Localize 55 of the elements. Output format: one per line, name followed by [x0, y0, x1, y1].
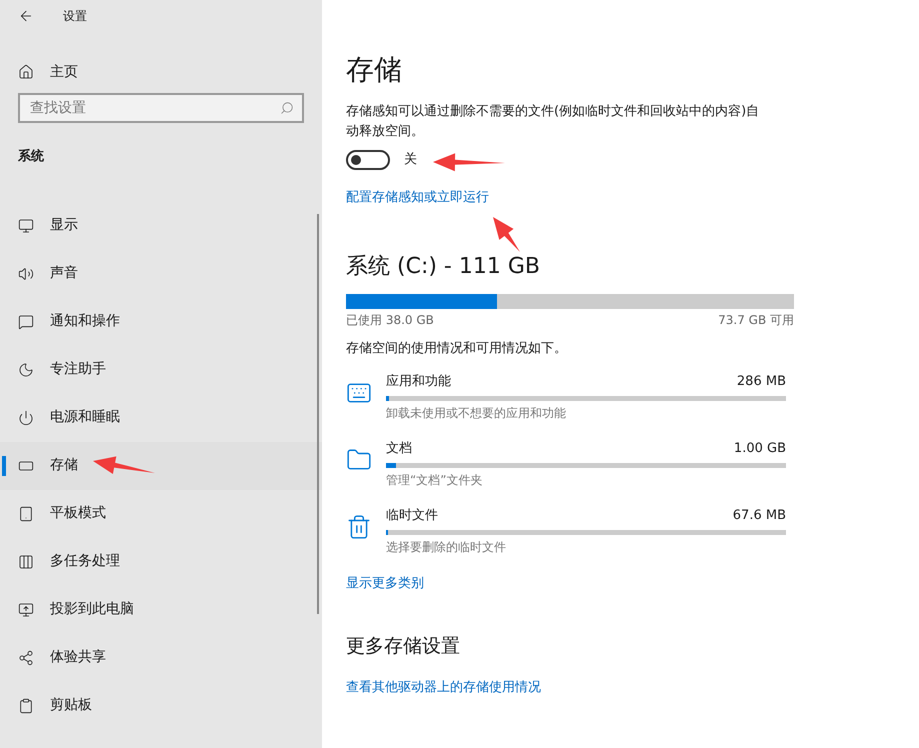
- category-hint: 选择要删除的临时文件: [386, 539, 507, 556]
- category-hint: 卸载未使用或不想要的应用和功能: [386, 405, 567, 422]
- nav-item[interactable]: 存储: [0, 442, 322, 490]
- monitor-icon: [18, 602, 34, 618]
- nav-item[interactable]: 专注助手: [0, 346, 322, 394]
- description-text: 存储感知可以通过删除不需要的文件(例如临时文件和回收站中的内容)自动释放空间。: [346, 103, 760, 141]
- power-icon: [18, 410, 34, 426]
- usage-note: 存储空间的使用情况和可用情况如下。: [346, 340, 568, 358]
- search-field[interactable]: 查找设置: [18, 93, 304, 123]
- nav-item[interactable]: 多任务处理: [0, 538, 322, 586]
- annotation-arrow: [93, 456, 155, 474]
- settings-link[interactable]: 查看其他驱动器上的存储使用情况: [346, 678, 541, 698]
- tablet-icon: [18, 506, 34, 522]
- nav-item[interactable]: 通知和操作: [0, 298, 322, 346]
- annotation-arrow: [493, 217, 520, 252]
- clipboard-icon: [18, 698, 34, 714]
- search-icon: [280, 101, 294, 115]
- category-hint: 管理“文档”文件夹: [386, 472, 484, 489]
- section-heading: 更多存储设置: [346, 634, 461, 658]
- share-icon: [18, 650, 34, 666]
- nav-item[interactable]: 体验共享: [0, 634, 322, 682]
- category-size: 1.00 GB: [734, 440, 786, 458]
- section-title: 系统: [18, 148, 45, 166]
- speaker-icon: [18, 266, 34, 282]
- home-link[interactable]: 主页: [18, 61, 322, 83]
- category-name: 应用和功能: [386, 373, 451, 392]
- category-name: 文档: [386, 440, 412, 458]
- moon-icon: [18, 362, 34, 378]
- nav-item[interactable]: 剪贴板: [0, 682, 322, 730]
- nav-item[interactable]: 平板模式: [0, 490, 322, 538]
- storage-category[interactable]: 应用和功能 286 MB 卸载未使用或不想要的应用和功能: [346, 372, 786, 422]
- nav-item[interactable]: 投影到此电脑: [0, 586, 322, 634]
- show-more-link[interactable]: 显示更多类别: [346, 574, 424, 594]
- nav-item[interactable]: 电源和睡眠: [0, 394, 322, 442]
- configure-link[interactable]: 配置存储感知或立即运行: [346, 188, 489, 208]
- columns-icon: [18, 554, 34, 570]
- category-size: 286 MB: [736, 373, 786, 392]
- drive-title: 系统 (C:) - 111 GB: [346, 252, 541, 280]
- storage-category[interactable]: 文档 1.00 GB 管理“文档”文件夹: [346, 439, 786, 489]
- display-icon: [18, 218, 34, 234]
- free-space: 73.7 GB 可用: [718, 312, 794, 328]
- back-icon[interactable]: [18, 8, 34, 24]
- window-title: 设置: [63, 8, 87, 25]
- nav-item[interactable]: 显示: [0, 202, 322, 250]
- used-space: 已使用 38.0 GB: [346, 312, 434, 328]
- message-icon: [18, 314, 34, 330]
- category-name: 临时文件: [386, 507, 438, 526]
- page-title: 存储: [346, 52, 403, 88]
- storage-category[interactable]: 临时文件 67.6 MB 选择要删除的临时文件: [346, 506, 786, 556]
- trash-icon: [346, 514, 372, 540]
- category-size: 67.6 MB: [732, 507, 786, 526]
- toggle-switch[interactable]: [346, 150, 390, 170]
- home-icon: [18, 64, 34, 80]
- toggle-label: 关: [404, 151, 417, 170]
- nav-item[interactable]: 声音: [0, 250, 322, 298]
